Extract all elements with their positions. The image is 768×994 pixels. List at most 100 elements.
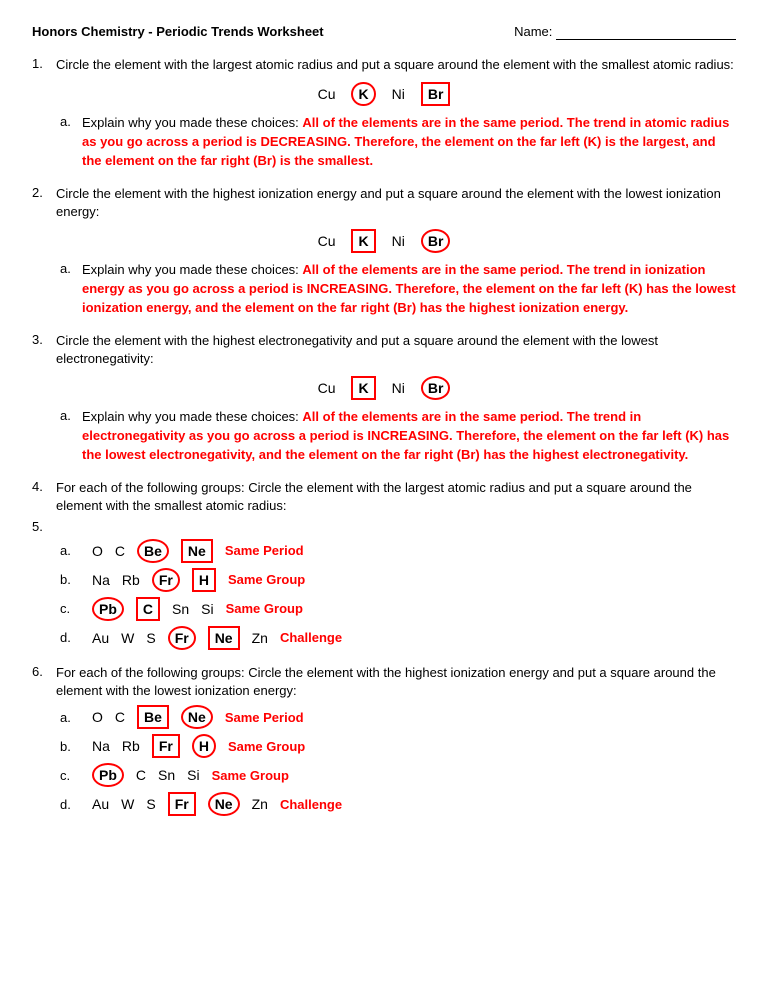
q2-answer: All of the elements are in the same peri… — [82, 262, 736, 315]
el-s-6d: S — [146, 796, 155, 812]
q5-c-tag: Same Group — [226, 601, 303, 616]
q4-num: 4. — [32, 479, 50, 494]
q6-row-c: c. Pb C Sn Si Same Group — [60, 763, 736, 787]
q5-line: 5. — [32, 519, 736, 534]
el-c-6c: C — [136, 767, 146, 783]
question-2: 2. Circle the element with the highest i… — [32, 185, 736, 318]
el-w-5d: W — [121, 630, 134, 646]
el-be-5a: Be — [137, 539, 169, 563]
el-c-5c: C — [136, 597, 160, 621]
q2-line: 2. Circle the element with the highest i… — [32, 185, 736, 221]
q5-b-label: b. — [60, 572, 80, 587]
q6-line: 6. For each of the following groups: Cir… — [32, 664, 736, 700]
q6-b-tag: Same Group — [228, 739, 305, 754]
q5-row-c: c. Pb C Sn Si Same Group — [60, 597, 736, 621]
el-ne-5a: Ne — [181, 539, 213, 563]
el-cu-2: Cu — [318, 233, 336, 249]
el-ne-6d: Ne — [208, 792, 240, 816]
el-sn-5c: Sn — [172, 601, 189, 617]
el-pb-5c: Pb — [92, 597, 124, 621]
el-cu-3: Cu — [318, 380, 336, 396]
q6-row-b: b. Na Rb Fr H Same Group — [60, 734, 736, 758]
name-label: Name: — [514, 24, 552, 39]
q2-explain: Explain why you made these choices: All … — [82, 261, 736, 318]
question-4: 4. For each of the following groups: Cir… — [32, 479, 736, 650]
el-ni-2: Ni — [392, 233, 405, 249]
el-k-2: K — [351, 229, 375, 253]
el-ne-6a: Ne — [181, 705, 213, 729]
worksheet-title: Honors Chemistry - Periodic Trends Works… — [32, 24, 324, 40]
q2-text: Circle the element with the highest ioni… — [56, 185, 736, 221]
q1-answer: All of the elements are in the same peri… — [82, 115, 729, 168]
q5-row-d: d. Au W S Fr Ne Zn Challenge — [60, 626, 736, 650]
el-si-6c: Si — [187, 767, 199, 783]
el-na-5b: Na — [92, 572, 110, 588]
question-3: 3. Circle the element with the highest e… — [32, 332, 736, 465]
el-rb-5b: Rb — [122, 572, 140, 588]
name-underline — [556, 24, 736, 40]
q3-elements: Cu K Ni Br — [32, 376, 736, 400]
q5-row-a: a. O C Be Ne Same Period — [60, 539, 736, 563]
q3-sub-a: a. Explain why you made these choices: A… — [60, 408, 736, 465]
page-header: Honors Chemistry - Periodic Trends Works… — [32, 24, 736, 40]
el-ne-5d: Ne — [208, 626, 240, 650]
el-fr-6b: Fr — [152, 734, 180, 758]
q5-row-b: b. Na Rb Fr H Same Group — [60, 568, 736, 592]
el-w-6d: W — [121, 796, 134, 812]
q3-line: 3. Circle the element with the highest e… — [32, 332, 736, 368]
q6-a-label: a. — [60, 710, 80, 725]
q6-b-label: b. — [60, 739, 80, 754]
q3-sub-a-line: a. Explain why you made these choices: A… — [60, 408, 736, 465]
question-1: 1. Circle the element with the largest a… — [32, 56, 736, 171]
el-br-1: Br — [421, 82, 451, 106]
q1-explain: Explain why you made these choices: All … — [82, 114, 736, 171]
q1-text: Circle the element with the largest atom… — [56, 56, 734, 74]
q6-row-d: d. Au W S Fr Ne Zn Challenge — [60, 792, 736, 816]
el-c-6a: C — [115, 709, 125, 725]
el-fr-5d: Fr — [168, 626, 196, 650]
q1-sub-label: a. — [60, 114, 76, 171]
el-br-3: Br — [421, 376, 451, 400]
q3-num: 3. — [32, 332, 50, 347]
q6-num: 6. — [32, 664, 50, 679]
q1-num: 1. — [32, 56, 50, 71]
el-s-5d: S — [146, 630, 155, 646]
el-h-5b: H — [192, 568, 216, 592]
el-k-3: K — [351, 376, 375, 400]
q2-elements: Cu K Ni Br — [32, 229, 736, 253]
el-fr-6d: Fr — [168, 792, 196, 816]
el-na-6b: Na — [92, 738, 110, 754]
el-zn-6d: Zn — [252, 796, 268, 812]
q2-sub-a-line: a. Explain why you made these choices: A… — [60, 261, 736, 318]
q4-text: For each of the following groups: Circle… — [56, 479, 736, 515]
el-k-1: K — [351, 82, 375, 106]
el-cu-1: Cu — [318, 86, 336, 102]
q5-a-label: a. — [60, 543, 80, 558]
el-au-5d: Au — [92, 630, 109, 646]
q3-text: Circle the element with the highest elec… — [56, 332, 736, 368]
q6-c-tag: Same Group — [212, 768, 289, 783]
q5-num: 5. — [32, 519, 50, 534]
el-o-6a: O — [92, 709, 103, 725]
q6-d-tag: Challenge — [280, 797, 342, 812]
q6-c-label: c. — [60, 768, 80, 783]
name-field: Name: — [514, 24, 736, 40]
q2-num: 2. — [32, 185, 50, 200]
q5-d-label: d. — [60, 630, 80, 645]
el-zn-5d: Zn — [252, 630, 268, 646]
q6-text: For each of the following groups: Circle… — [56, 664, 736, 700]
el-fr-5b: Fr — [152, 568, 180, 592]
el-be-6a: Be — [137, 705, 169, 729]
q2-sub-label: a. — [60, 261, 76, 318]
el-ni-1: Ni — [392, 86, 405, 102]
q5-a-tag: Same Period — [225, 543, 304, 558]
el-o-5a: O — [92, 543, 103, 559]
question-6: 6. For each of the following groups: Cir… — [32, 664, 736, 816]
q6-d-label: d. — [60, 797, 80, 812]
q3-sub-label: a. — [60, 408, 76, 465]
el-ni-3: Ni — [392, 380, 405, 396]
q5-d-tag: Challenge — [280, 630, 342, 645]
el-br-2: Br — [421, 229, 451, 253]
q5-c-label: c. — [60, 601, 80, 616]
el-c-5a: C — [115, 543, 125, 559]
